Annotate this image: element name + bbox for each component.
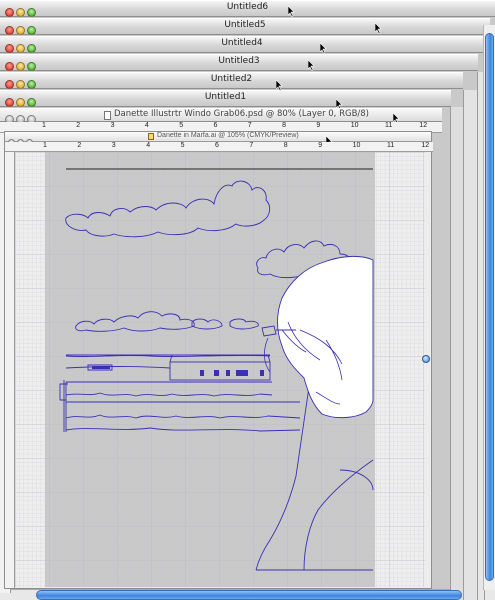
fence-post	[62, 380, 68, 432]
building	[169, 361, 271, 381]
collar-line	[303, 459, 374, 571]
cloud-low	[75, 311, 195, 332]
grass-band-1	[65, 381, 273, 397]
grass-band-3	[65, 427, 301, 432]
hair-shape	[277, 255, 374, 419]
horizontal-scrollbar[interactable]	[36, 590, 462, 600]
artwork-layer	[59, 168, 374, 571]
vertical-scroll-thumb[interactable]	[485, 33, 494, 581]
grass-band-2	[65, 401, 301, 419]
vertical-scrollbar[interactable]	[483, 25, 495, 590]
scroll-grip-icon[interactable]	[422, 355, 430, 363]
cloud-large	[65, 180, 271, 238]
shoulder-line	[255, 379, 311, 571]
